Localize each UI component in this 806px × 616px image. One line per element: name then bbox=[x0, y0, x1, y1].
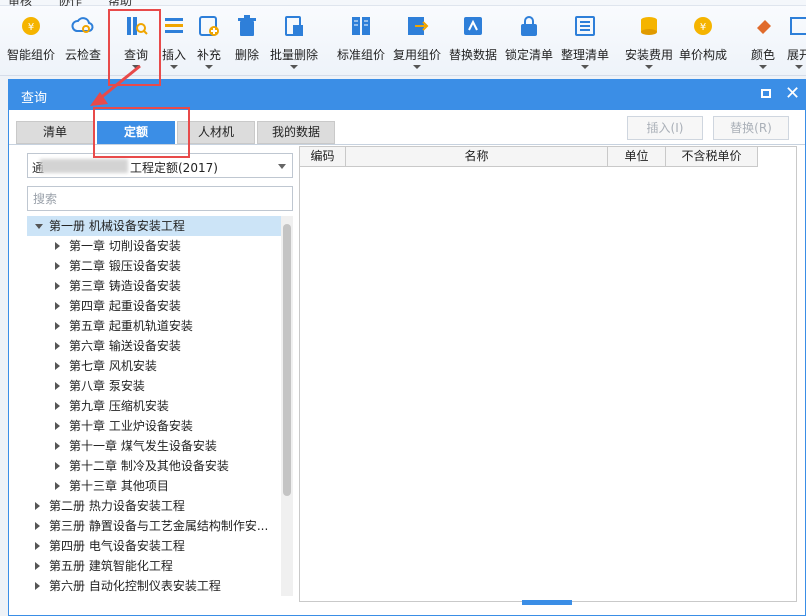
annotation-arrow bbox=[90, 64, 141, 106]
